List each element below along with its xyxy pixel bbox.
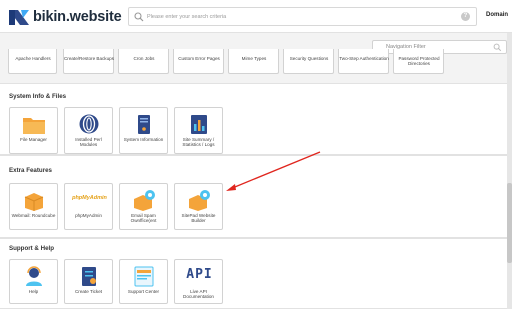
tile-support-center[interactable]: Support Center: [119, 259, 168, 304]
help-icon[interactable]: ?: [461, 12, 470, 21]
tile-create-ticket[interactable]: Create Ticket: [64, 259, 113, 304]
ticket-icon: [82, 267, 96, 286]
main-content: Apache Handlers Create/Restore Backups C…: [0, 33, 507, 309]
tile-label: Two-Step Authentication: [339, 56, 389, 61]
webmail-box-icon: [24, 193, 44, 211]
tile-system-information[interactable]: System Information: [119, 107, 168, 154]
tile-label: Apache Handlers: [15, 56, 51, 61]
domain-menu-link[interactable]: Domain: [486, 12, 508, 18]
tile-live-api-documentation[interactable]: API Live API Documentation: [174, 259, 223, 304]
tile-label: SitePad Website Builder: [181, 213, 216, 224]
tile-site-summary-statistics-logs[interactable]: Site Summary / Statistics / Logs: [174, 107, 223, 154]
search-input[interactable]: [147, 10, 447, 23]
spam-box-gear-icon: [134, 190, 155, 211]
search-icon: [493, 43, 502, 52]
tile-label: Create Ticket: [74, 289, 103, 294]
tile-label: phpMyAdmin: [75, 213, 102, 218]
section-system-info: System Info & Files File Manager Install…: [0, 83, 507, 155]
tile-webmail-roundcube[interactable]: Webmail: Roundcube: [9, 183, 58, 230]
tile-mime-types[interactable]: [228, 49, 279, 74]
section-title: System Info & Files: [9, 93, 67, 100]
section-extra-features: Extra Features Webmail: Roundcube phpMyA…: [0, 155, 507, 238]
tile-cron-jobs[interactable]: [118, 49, 169, 74]
tile-sitepad-website-builder[interactable]: SitePad Website Builder: [174, 183, 223, 230]
brand-logo[interactable]: bikin.website: [9, 8, 122, 26]
perl-onion-icon: [79, 114, 99, 134]
top-bar: bikin.website ? Domain: [0, 0, 512, 33]
tile-label: Security Questions: [289, 56, 329, 61]
tile-custom-error-pages[interactable]: [173, 49, 224, 74]
tile-help[interactable]: Help: [9, 259, 58, 304]
support-center-icon: [134, 266, 154, 287]
section-title: Extra Features: [9, 167, 52, 174]
folder-icon: [23, 118, 45, 134]
tile-label: Webmail: Roundcube: [11, 213, 56, 218]
tile-label: Cron Jobs: [133, 56, 155, 61]
tile-label: Email Spam Ownffice(ent: [130, 213, 157, 224]
tile-apache-handlers[interactable]: [8, 49, 57, 74]
tile-label: Custom Error Pages: [178, 56, 220, 61]
section-title: Support & Help: [9, 245, 55, 252]
section-support-help: Support & Help Help Create Ticket Suppor…: [0, 238, 507, 309]
tile-label: Create/Restore Backups: [63, 56, 115, 61]
tile-installed-perl-modules[interactable]: Installed Perl Modules: [64, 107, 113, 154]
tile-label: Password Protected Directories: [398, 56, 440, 67]
brand-logo-icon: [9, 9, 29, 25]
tile-security-questions[interactable]: [283, 49, 334, 74]
tile-label: System Information: [123, 137, 164, 142]
tile-label: Site Summary / Statistics / Logs: [182, 137, 215, 148]
sitepad-box-gear-icon: [189, 190, 210, 211]
tile-file-manager[interactable]: File Manager: [9, 107, 58, 154]
help-support-agent-icon: [26, 266, 42, 286]
api-logo: API: [186, 267, 213, 282]
tile-label: Support Center: [127, 289, 160, 294]
page-scrollbar[interactable]: [507, 33, 512, 309]
scrollbar-thumb[interactable]: [507, 183, 512, 263]
search-box[interactable]: ?: [128, 7, 477, 26]
tile-create-restore-backups[interactable]: [63, 49, 114, 74]
statistics-icon: [191, 115, 207, 134]
tile-email-spam[interactable]: Email Spam Ownffice(ent: [119, 183, 168, 230]
tile-label: Mime Types: [241, 56, 267, 61]
phpmyadmin-logo: phpMyAdmin: [72, 195, 107, 201]
tile-label: Live API Documentation: [183, 289, 214, 300]
tile-phpmyadmin[interactable]: phpMyAdmin phpMyAdmin: [64, 183, 113, 230]
tile-label: Help: [28, 289, 39, 294]
tile-label: File Manager: [20, 137, 47, 142]
tile-two-step-authentication[interactable]: [338, 49, 389, 74]
server-info-icon: [138, 115, 150, 134]
brand-name: bikin.website: [33, 9, 122, 25]
tile-label: Installed Perl Modules: [75, 137, 102, 148]
search-icon: [134, 12, 144, 22]
